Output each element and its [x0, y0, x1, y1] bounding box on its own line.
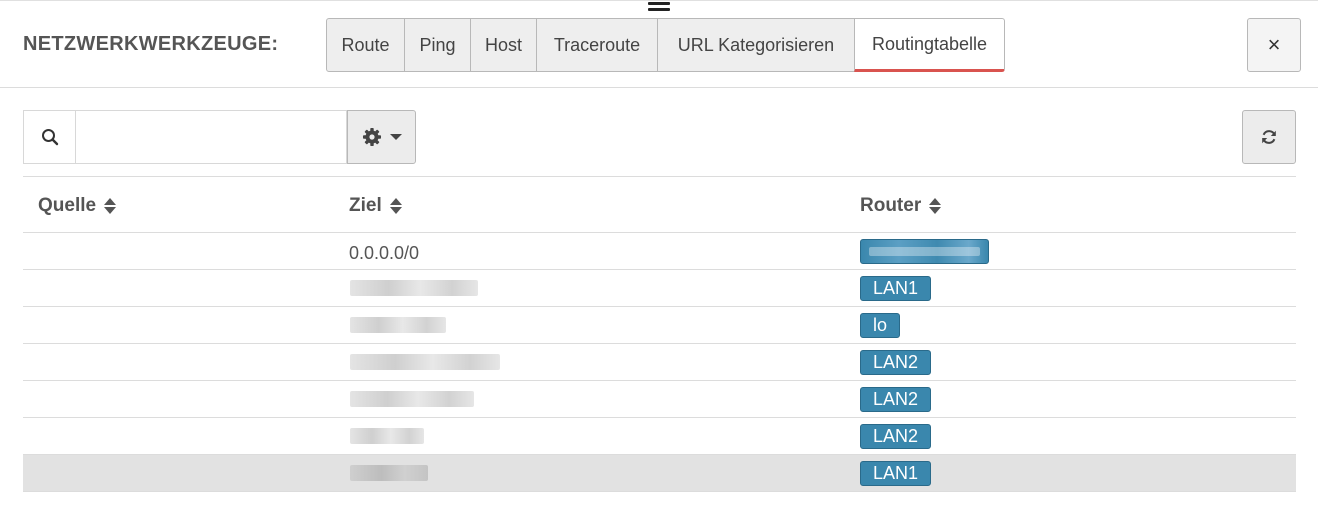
sort-icon — [929, 198, 942, 214]
tab-ping[interactable]: Ping — [404, 18, 471, 72]
router-badge: LAN2 — [860, 424, 932, 449]
table-row[interactable]: lo — [23, 307, 1296, 344]
ziel-redacted — [350, 354, 500, 370]
table-row[interactable]: 0.0.0.0/0 — [23, 233, 1296, 270]
router-badge: LAN1 — [860, 276, 932, 301]
tab-host[interactable]: Host — [470, 18, 537, 72]
table-row[interactable]: LAN2 — [23, 418, 1296, 455]
gear-icon — [362, 128, 381, 146]
page-title: NETZWERKWERKZEUGE: — [23, 33, 279, 55]
column-header-ziel[interactable]: Ziel — [349, 195, 402, 217]
table-header: Quelle Ziel Router — [23, 177, 1296, 233]
tab-traceroute[interactable]: Traceroute — [536, 18, 658, 72]
routing-table: Quelle Ziel Router 0.0.0.0/0 LAN1 lo LAN… — [23, 176, 1296, 492]
caret-down-icon — [389, 134, 402, 140]
table-row-selected[interactable]: LAN1 — [23, 455, 1296, 492]
column-header-router[interactable]: Router — [860, 195, 942, 217]
table-row[interactable]: LAN2 — [23, 344, 1296, 381]
router-badge: LAN2 — [860, 387, 932, 412]
ziel-redacted — [350, 317, 446, 333]
tab-bar: Route Ping Host Traceroute URL Kategoris… — [326, 18, 1005, 72]
search-box — [23, 110, 347, 164]
router-badge-redacted — [860, 239, 989, 264]
ziel-redacted — [350, 280, 478, 296]
sort-icon — [389, 198, 402, 214]
tab-route[interactable]: Route — [326, 18, 405, 72]
settings-dropdown-button[interactable] — [347, 110, 416, 164]
sort-icon — [104, 198, 117, 214]
table-row[interactable]: LAN1 — [23, 270, 1296, 307]
ziel-cell: 0.0.0.0/0 — [349, 243, 420, 263]
tab-url-kategorisieren[interactable]: URL Kategorisieren — [657, 18, 855, 72]
search-input[interactable] — [76, 111, 346, 163]
close-icon: × — [1267, 32, 1281, 57]
close-button[interactable]: × — [1247, 18, 1301, 72]
search-icon — [24, 111, 76, 163]
table-row[interactable]: LAN2 — [23, 381, 1296, 418]
router-badge: LAN1 — [860, 461, 932, 486]
router-badge: lo — [860, 313, 901, 338]
refresh-icon — [1262, 130, 1276, 144]
ziel-redacted — [350, 465, 428, 481]
ziel-redacted — [350, 391, 474, 407]
refresh-button[interactable] — [1242, 110, 1296, 164]
ziel-redacted — [350, 428, 424, 444]
header: NETZWERKWERKZEUGE: Route Ping Host Trace… — [0, 0, 1318, 88]
tab-routingtabelle[interactable]: Routingtabelle — [854, 18, 1005, 72]
column-header-quelle[interactable]: Quelle — [38, 195, 117, 217]
router-badge: LAN2 — [860, 350, 932, 375]
